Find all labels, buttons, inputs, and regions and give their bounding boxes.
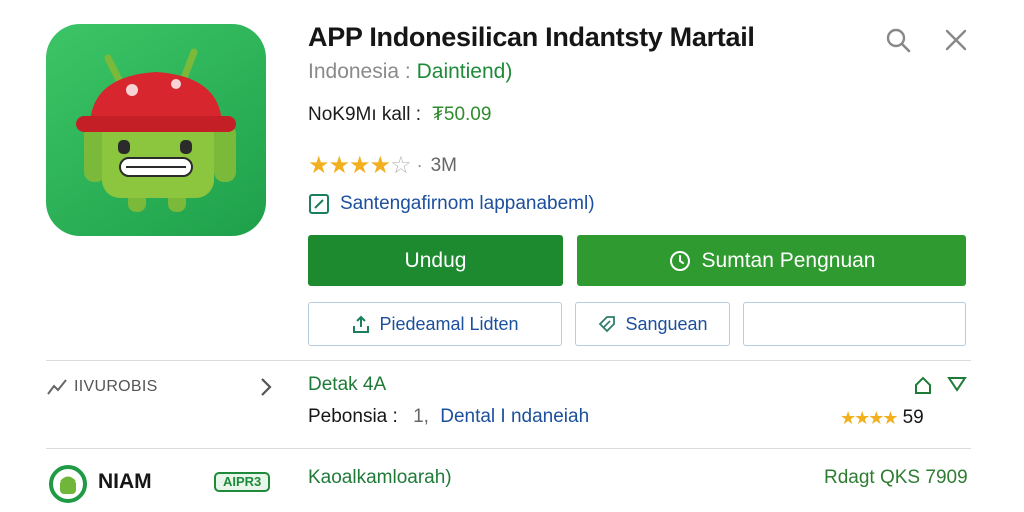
rating-row: ★★★★☆ · 3M bbox=[308, 151, 457, 180]
share-button[interactable]: Piedeamal Lidten bbox=[308, 302, 562, 346]
share-icon bbox=[353, 315, 370, 333]
star-filled-icon: ★ bbox=[369, 152, 391, 179]
star-filled-icon: ★ bbox=[308, 152, 329, 179]
divider bbox=[46, 360, 971, 361]
clock-icon bbox=[669, 250, 690, 271]
country-label: Indonesia bbox=[308, 60, 400, 83]
detail-actions bbox=[912, 374, 968, 396]
info-section-text: IIVUROBIS bbox=[74, 378, 158, 395]
detail-key: Pebonsia : bbox=[308, 406, 398, 427]
search-icon[interactable] bbox=[884, 26, 912, 54]
app-title: APP Indonesilican Indantsty Martail bbox=[308, 22, 755, 52]
share-label: Piedeamal Lidten bbox=[379, 313, 519, 334]
wishlist-label: Sumtan Pengnuan bbox=[701, 248, 876, 272]
star-filled-icon: ★ bbox=[328, 152, 350, 179]
developer-link[interactable]: Daintiend) bbox=[417, 60, 513, 83]
price-row: NoK9Mı kall : ₮50.09 bbox=[308, 104, 491, 126]
price-label: NoK9Mı kall : bbox=[308, 104, 421, 125]
mini-rating-stars: ★★★★ bbox=[840, 407, 899, 429]
android-robot-icon bbox=[76, 48, 236, 212]
detail-value[interactable]: Dental I ndaneiah bbox=[440, 406, 589, 427]
developer-meta: Rdagt QKS 7909 bbox=[824, 467, 968, 488]
app-subtitle: Indonesia : Daintiend) bbox=[308, 60, 512, 84]
star-filled-icon: ★ bbox=[868, 407, 884, 428]
star-empty-icon: ☆ bbox=[390, 152, 411, 179]
subtitle-separator: : bbox=[404, 60, 411, 83]
divider bbox=[46, 448, 971, 449]
detail-line: Pebonsia : 1, Dental I ndaneiah bbox=[308, 406, 589, 428]
star-filled-icon: ★ bbox=[349, 152, 370, 179]
info-section-label[interactable]: IIVUROBIS bbox=[46, 376, 158, 398]
developer-title[interactable]: Kaoalkamloarah) bbox=[308, 467, 452, 489]
tag-icon bbox=[599, 316, 616, 333]
mini-rating: ★★★★ 59 bbox=[840, 407, 924, 429]
wishlist-button[interactable]: Sumtan Pengnuan bbox=[577, 235, 966, 286]
save-label: Sanguean bbox=[625, 313, 708, 334]
install-label: Undug bbox=[404, 248, 467, 272]
save-button[interactable]: Sanguean bbox=[575, 302, 730, 346]
filter-icon[interactable] bbox=[946, 374, 968, 396]
chevron-right-icon[interactable] bbox=[256, 374, 276, 400]
detail-title: Detak 4A bbox=[308, 374, 387, 395]
more-button[interactable] bbox=[743, 302, 966, 346]
mini-rating-value: 59 bbox=[902, 407, 924, 428]
price-value: ₮50.09 bbox=[432, 104, 492, 125]
star-filled-icon: ★ bbox=[854, 407, 870, 428]
developer-badge: AIPR3 bbox=[214, 472, 271, 492]
edit-square-icon bbox=[309, 194, 329, 214]
home-icon[interactable] bbox=[912, 374, 934, 396]
rating-count: 3M bbox=[430, 154, 457, 176]
developer-logo-icon bbox=[49, 465, 87, 503]
app-icon bbox=[46, 24, 266, 236]
rating-dot: · bbox=[416, 155, 423, 175]
star-filled-icon: ★ bbox=[882, 407, 898, 428]
detail-number: 1, bbox=[413, 406, 429, 427]
notice-text: Santengafirnom lappanabeml) bbox=[340, 193, 595, 214]
star-filled-icon: ★ bbox=[840, 407, 856, 428]
developer-name: NIAM bbox=[98, 470, 152, 493]
close-icon[interactable] bbox=[942, 26, 970, 54]
install-button[interactable]: Undug bbox=[308, 235, 563, 286]
trend-icon bbox=[47, 379, 67, 395]
rating-stars: ★★★★☆ bbox=[308, 151, 412, 180]
content-notice[interactable]: Santengafirnom lappanabeml) bbox=[308, 193, 595, 215]
